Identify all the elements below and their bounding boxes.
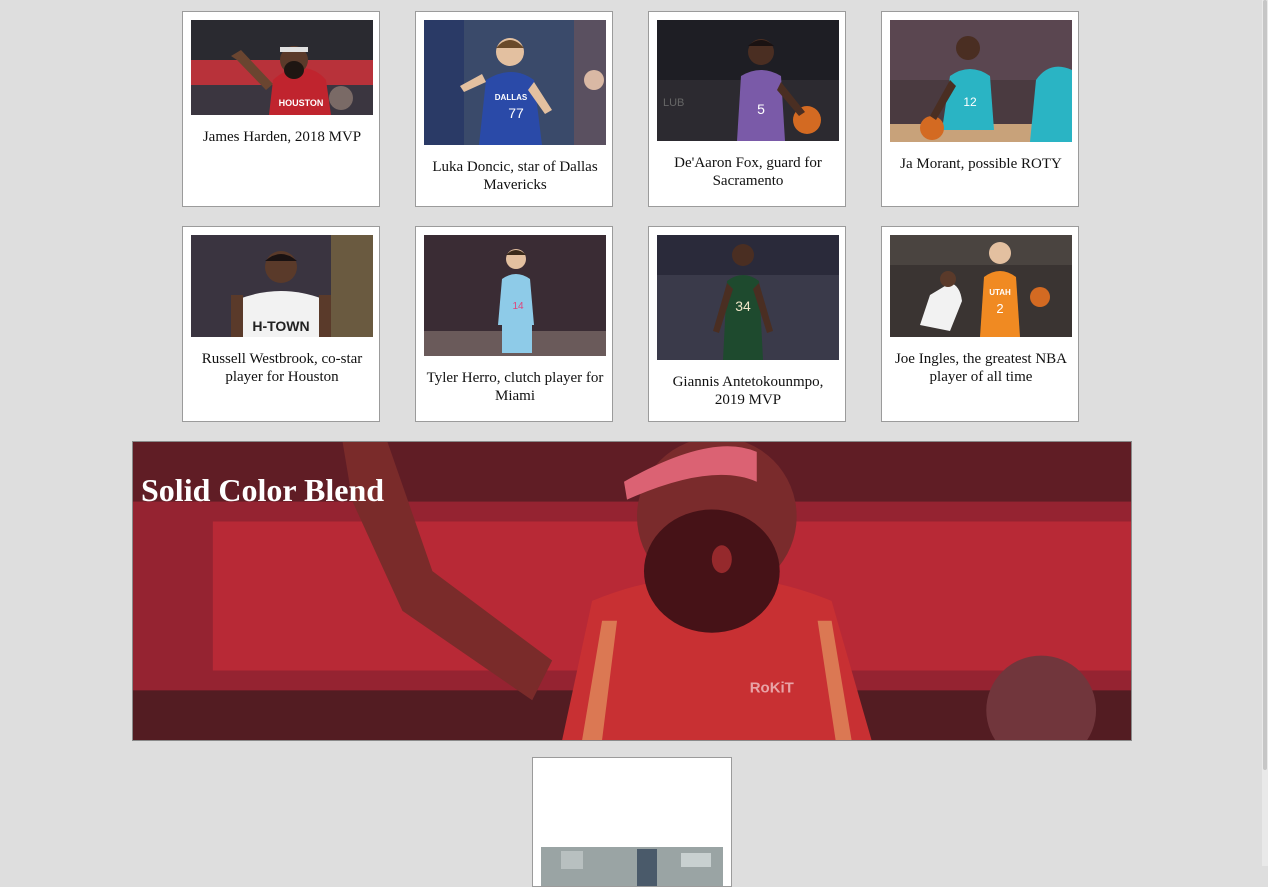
player-photo-westbrook: H-TOWN: [191, 235, 373, 337]
player-photo-ingles: UTAH 2: [890, 235, 1072, 337]
player-card: UTAH 2 Joe Ingles, the greatest NBA play…: [881, 226, 1079, 422]
svg-text:LUB: LUB: [663, 97, 684, 109]
jersey-text: HOUSTON: [279, 98, 324, 108]
player-caption: Russell Westbrook, co-star player for Ho…: [201, 351, 363, 385]
player-caption: James Harden, 2018 MVP: [202, 129, 362, 145]
player-card: 12 Ja Morant, possible ROTY: [881, 11, 1079, 207]
jersey-number: 12: [963, 95, 977, 109]
player-photo-giannis: 34: [657, 235, 839, 360]
vertical-scrollbar[interactable]: [1262, 0, 1268, 866]
player-card: H-TOWN Russell Westbrook, co-star player…: [182, 226, 380, 422]
jersey-number: 5: [757, 101, 765, 117]
player-caption: Ja Morant, possible ROTY: [900, 156, 1062, 172]
jersey-text: DALLAS: [495, 93, 528, 102]
jersey-text: H-TOWN: [252, 318, 309, 334]
player-photo-partial: [541, 847, 723, 886]
player-photo-harden: HOUSTON: [191, 20, 373, 115]
player-card: HOUSTON James Harden, 2018 MVP: [182, 11, 380, 207]
jersey-number: 14: [512, 301, 524, 312]
jersey-number: 2: [996, 301, 1003, 316]
player-card: 14 Tyler Herro, clutch player for Miami: [415, 226, 613, 422]
blend-title: Solid Color Blend: [141, 472, 385, 508]
player-caption: Tyler Herro, clutch player for Miami: [426, 370, 604, 404]
player-caption: De'Aaron Fox, guard for Sacramento: [674, 155, 822, 189]
player-caption: Giannis Antetokounmpo, 2019 MVP: [672, 374, 824, 408]
player-card: LUB 5 De'Aaron Fox, guard for Sacramento: [648, 11, 846, 207]
player-photo-morant: 12: [890, 20, 1072, 142]
player-card: 34 Giannis Antetokounmpo, 2019 MVP: [648, 226, 846, 422]
jersey-number: 77: [508, 105, 524, 121]
jersey-number: 34: [735, 298, 751, 314]
solid-color-blend-banner: RoKiT Solid Color Blend: [132, 441, 1132, 741]
player-photo-herro: 14: [424, 235, 606, 356]
scrollbar-thumb[interactable]: [1263, 0, 1267, 770]
player-card: DALLAS 77 Luka Doncic, star of Dallas Ma…: [415, 11, 613, 207]
player-caption: Joe Ingles, the greatest NBA player of a…: [894, 351, 1068, 385]
player-photo-doncic: DALLAS 77: [424, 20, 606, 145]
jersey-text: UTAH: [989, 288, 1011, 297]
player-card-partial: [532, 757, 732, 887]
player-caption: Luka Doncic, star of Dallas Mavericks: [432, 159, 598, 193]
player-photo-fox: LUB 5: [657, 20, 839, 141]
